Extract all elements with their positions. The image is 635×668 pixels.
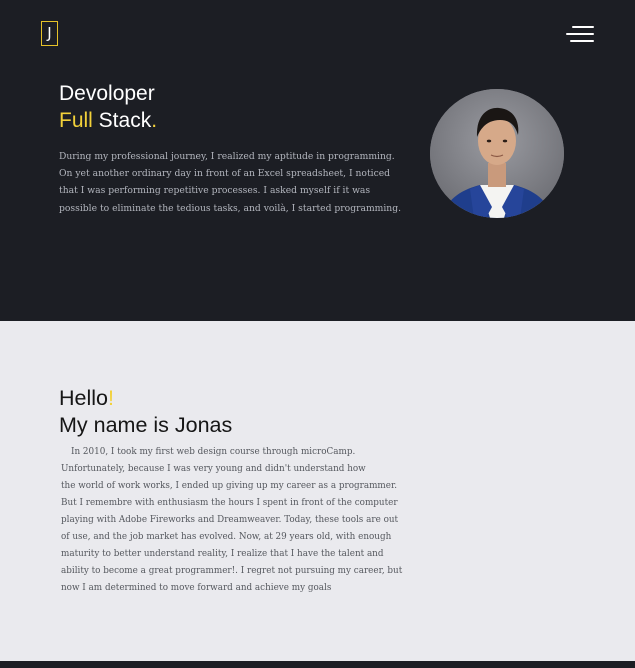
hero-title-line1: Devoloper	[59, 82, 155, 105]
about-paragraph: In 2010, I took my first web design cour…	[61, 444, 411, 597]
hamburger-menu-icon[interactable]	[564, 24, 594, 46]
hero-title-rest: Stack	[92, 109, 152, 132]
about-line: the world of work works, I ended up givi…	[61, 481, 397, 491]
profile-photo-illustration	[430, 89, 564, 218]
about-heading: Hello! My name is Jonas	[59, 385, 232, 439]
about-line: maturity to better understand reality, I…	[61, 549, 384, 559]
hero-title: Devoloper Full Stack.	[59, 80, 157, 134]
hello-exclamation: !	[108, 386, 114, 410]
menu-line	[570, 40, 594, 42]
hero-title-accent: Full	[59, 109, 93, 132]
logo[interactable]: J	[41, 21, 58, 46]
profile-photo	[430, 89, 564, 218]
menu-line	[572, 26, 594, 28]
footer-strip	[0, 661, 635, 668]
about-line: But I remembre with enthusiasm the hours…	[61, 498, 398, 508]
name-line: My name is Jonas	[59, 413, 233, 437]
about-line: In 2010, I took my first web design cour…	[71, 447, 356, 457]
hero-title-dot: .	[151, 109, 158, 132]
about-line: Unfortunately, because I was very young …	[61, 464, 366, 474]
about-line: playing with Adobe Fireworks and Dreamwe…	[61, 515, 399, 525]
menu-line	[566, 33, 594, 35]
hero-section: J Devoloper Full Stack. During my profes…	[0, 0, 635, 321]
about-line: of use, and the job market has evolved. …	[61, 532, 392, 542]
about-line: ability to become a great programmer!. I…	[61, 566, 403, 576]
hero-description: During my professional journey, I realiz…	[59, 151, 402, 214]
about-line: now I am determined to move forward and …	[61, 583, 332, 593]
hello-text: Hello	[59, 386, 108, 410]
about-section: Hello! My name is Jonas In 2010, I took …	[0, 321, 635, 661]
